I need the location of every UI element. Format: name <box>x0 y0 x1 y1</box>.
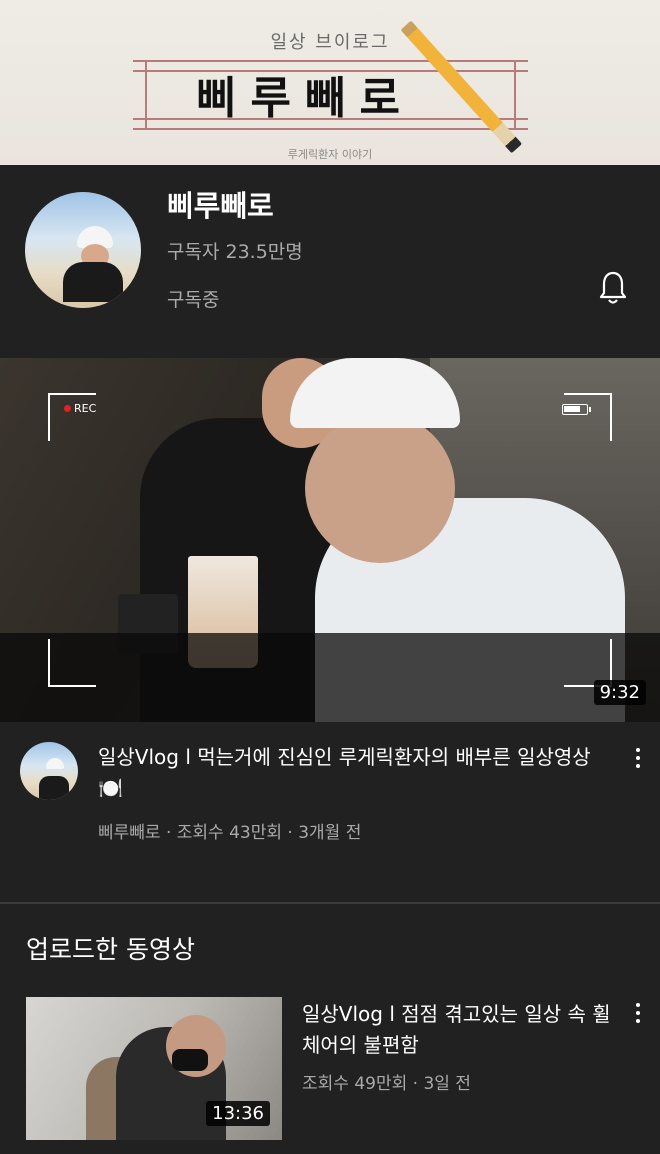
channel-name: 삐루빼로 <box>167 189 274 223</box>
video-duration: 13:36 <box>206 1101 270 1126</box>
rec-dot-icon <box>64 405 71 412</box>
subscriber-count: 구독자 23.5만명 <box>167 241 303 263</box>
banner-title: 삐루빼로 <box>196 73 414 124</box>
featured-video-title[interactable]: 일상Vlog l 먹는거에 진심인 루게릭환자의 배부른 일상영상🍽️ <box>98 742 598 804</box>
channel-header: 삐루빼로 구독자 23.5만명 구독중 <box>0 165 660 355</box>
more-options-icon[interactable] <box>633 748 643 772</box>
featured-video-thumbnail[interactable]: REC 9:32 <box>0 358 660 722</box>
video-list-item[interactable]: 13:36 일상Vlog l 점점 겪고있는 일상 속 휠체어의 불편함 조회수… <box>0 995 660 1145</box>
camcorder-frame <box>48 393 612 687</box>
featured-video-meta: 삐루빼로 · 조회수 43만회 · 3개월 전 <box>98 823 362 843</box>
subscribed-button[interactable]: 구독중 <box>167 285 219 312</box>
video-thumbnail[interactable]: 13:36 <box>26 997 282 1140</box>
uploads-section-title: 업로드한 동영상 <box>26 935 195 964</box>
channel-avatar-small[interactable] <box>20 742 78 800</box>
video-title[interactable]: 일상Vlog l 점점 겪고있는 일상 속 휠체어의 불편함 <box>302 999 622 1061</box>
channel-avatar[interactable] <box>25 192 141 308</box>
battery-icon <box>562 404 591 415</box>
banner-subtitle: 일상 브이로그 <box>270 32 390 53</box>
rec-indicator: REC <box>64 402 96 415</box>
featured-video-info: 일상Vlog l 먹는거에 진심인 루게릭환자의 배부른 일상영상🍽️ 삐루빼로… <box>0 722 660 902</box>
section-divider <box>0 902 660 904</box>
bell-icon[interactable] <box>598 270 628 306</box>
banner-caption: 루게릭환자 이야기 <box>287 148 373 161</box>
channel-banner: 일상 브이로그 삐루빼로 루게릭환자 이야기 <box>0 0 660 165</box>
more-options-icon[interactable] <box>633 1003 643 1027</box>
video-meta: 조회수 49만회 · 3일 전 <box>302 1074 471 1094</box>
video-duration: 9:32 <box>593 680 646 705</box>
